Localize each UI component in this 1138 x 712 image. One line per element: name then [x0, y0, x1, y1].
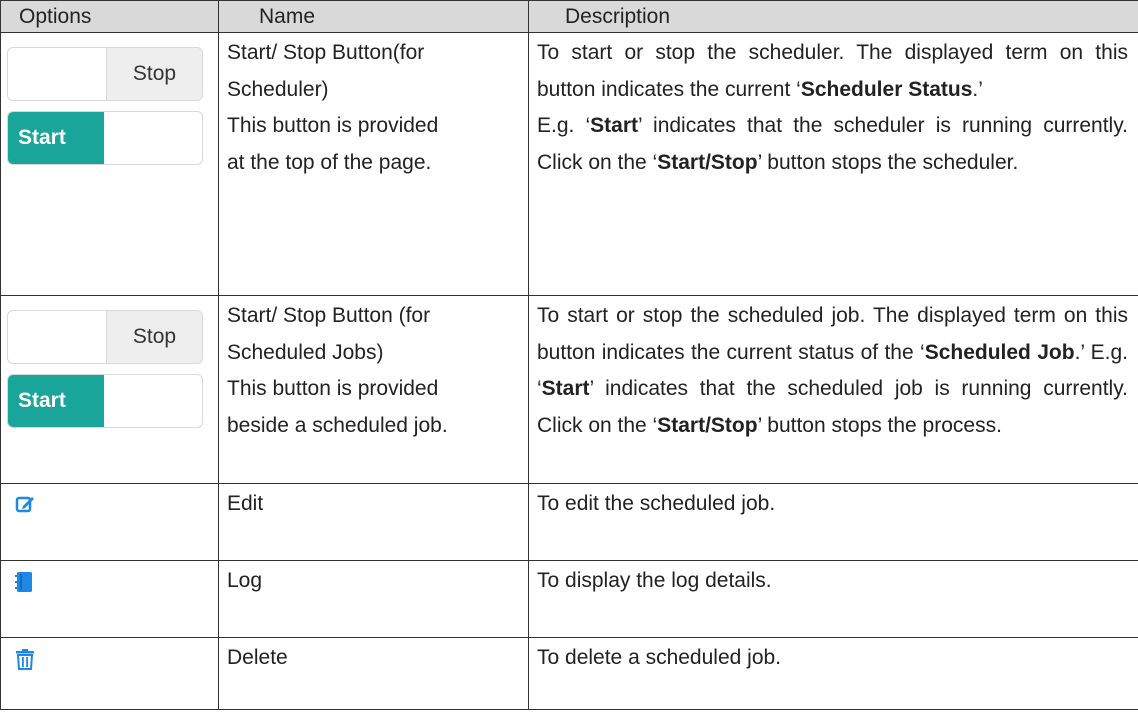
name-cell: Edit: [218, 483, 529, 561]
description-text: To delete a scheduled job.: [537, 646, 782, 669]
name-cell: Start/ Stop Button (for Scheduled Jobs) …: [218, 295, 529, 484]
desc-text: E.g. ‘: [537, 114, 591, 137]
header-description: Description: [528, 0, 1138, 33]
start-label: Start: [8, 375, 104, 427]
header-options: Options: [0, 0, 219, 33]
options-cell: [0, 483, 219, 561]
name-text: Start/ Stop Button(for Scheduler) This b…: [219, 33, 528, 181]
desc-text: ’ button stops the process.: [757, 413, 1002, 437]
description-cell: To edit the scheduled job.: [528, 483, 1138, 561]
start-label: Start: [8, 112, 104, 164]
desc-bold: Start: [541, 377, 590, 400]
edit-icon[interactable]: [15, 494, 35, 519]
options-cell: [0, 637, 219, 710]
description-text: To start or stop the scheduled job. The …: [529, 296, 1138, 444]
description-cell: To start or stop the scheduled job. The …: [528, 295, 1138, 484]
desc-bold: Scheduler Status: [800, 77, 973, 101]
name-line: Scheduler): [227, 77, 329, 101]
options-cell: Stop Start: [0, 32, 219, 296]
desc-bold: Scheduled Job: [924, 340, 1075, 364]
table-row: Stop Start Start/ Stop Button (for Sched…: [0, 295, 1138, 484]
description-cell: To delete a scheduled job.: [528, 637, 1138, 710]
name-line: Scheduled Jobs): [227, 340, 384, 364]
scheduler-toggle-start[interactable]: Start: [7, 111, 203, 165]
description-cell: To display the log details.: [528, 560, 1138, 638]
job-toggle-stop[interactable]: Stop: [7, 310, 203, 364]
name-line: This button is provided: [227, 377, 439, 400]
description-cell: To start or stop the scheduler. The disp…: [528, 32, 1138, 296]
options-cell: Stop Start: [0, 295, 219, 484]
name-cell: Delete: [218, 637, 529, 710]
desc-text: .’: [972, 77, 983, 101]
name-cell: Log: [218, 560, 529, 638]
log-book-icon[interactable]: [15, 571, 33, 598]
options-cell: [0, 560, 219, 638]
header-name: Name: [218, 0, 529, 33]
stop-label: Stop: [106, 311, 202, 363]
table-row: Edit To edit the scheduled job.: [0, 483, 1138, 561]
table-row: Log To display the log details.: [0, 560, 1138, 638]
name-line: beside a scheduled job.: [227, 413, 448, 437]
trash-icon[interactable]: [15, 648, 35, 675]
scheduler-toggle-stop[interactable]: Stop: [7, 47, 203, 101]
stop-label: Stop: [106, 48, 202, 100]
name-cell: Start/ Stop Button(for Scheduler) This b…: [218, 32, 529, 296]
name-text: Delete: [227, 646, 288, 669]
name-text: Log: [227, 569, 263, 592]
desc-bold: Start: [590, 114, 639, 137]
name-line: Start/ Stop Button (for: [227, 304, 431, 327]
job-toggle-start[interactable]: Start: [7, 374, 203, 428]
table-row: Stop Start Start/ Stop Button(for Schedu…: [0, 32, 1138, 296]
desc-text: ’ button stops the scheduler.: [757, 150, 1019, 174]
description-text: To display the log details.: [537, 569, 772, 592]
name-line: Start/ Stop Button(for: [227, 41, 425, 64]
description-text: To edit the scheduled job.: [537, 492, 776, 515]
header-row: Options Name Description: [0, 0, 1138, 33]
name-text: Start/ Stop Button (for Scheduled Jobs) …: [219, 296, 528, 444]
name-line: This button is provided: [227, 114, 439, 137]
table-row: Delete To delete a scheduled job.: [0, 637, 1138, 710]
description-text: To start or stop the scheduler. The disp…: [529, 33, 1138, 181]
name-text: Edit: [227, 492, 264, 515]
desc-bold: Start/Stop: [657, 150, 758, 174]
name-line: at the top of the page.: [227, 150, 432, 174]
desc-bold: Start/Stop: [657, 413, 758, 437]
options-table: Options Name Description Stop Start Star…: [0, 0, 1138, 710]
